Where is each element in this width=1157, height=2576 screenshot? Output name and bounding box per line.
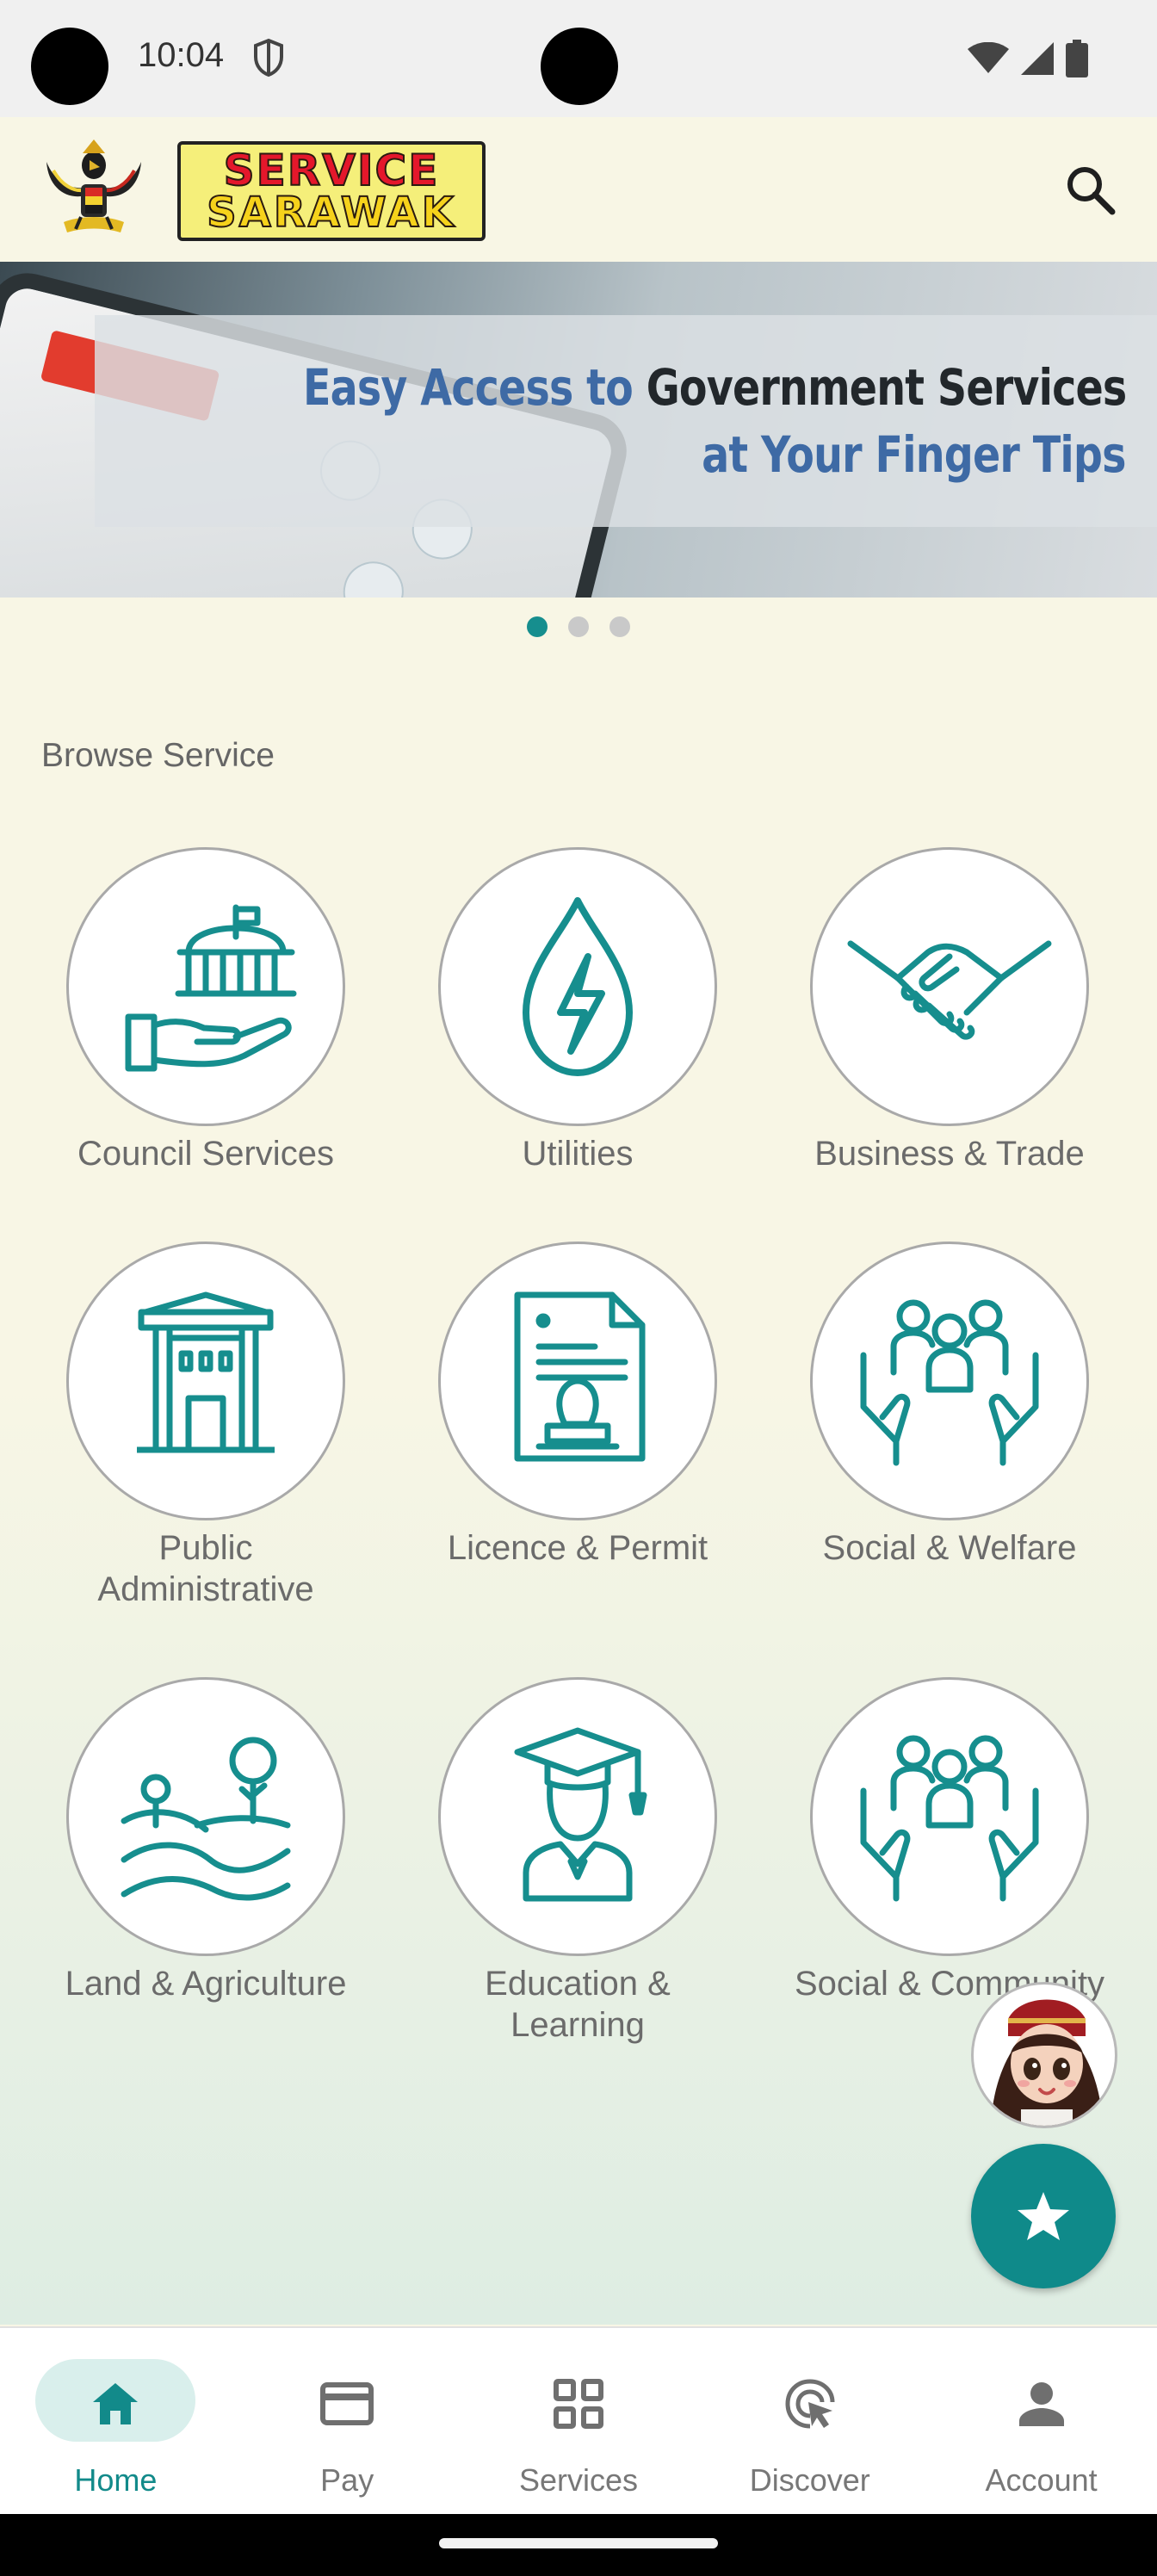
hand-building-icon — [125, 904, 297, 1072]
service-tile-business-trade[interactable]: Business & Trade — [764, 847, 1135, 1174]
service-tile-public-administrative[interactable]: Public Administrative — [21, 1242, 391, 1610]
nav-label: Home — [74, 2462, 158, 2498]
carousel-dot[interactable] — [568, 616, 589, 637]
document-stamp-icon — [514, 1291, 646, 1462]
water-drop-bolt-icon — [523, 897, 633, 1076]
signal-icon — [1021, 42, 1054, 75]
service-label: Education & Learning — [485, 1965, 671, 2044]
person-icon — [1018, 2382, 1064, 2426]
camera-cutout — [541, 28, 618, 105]
carousel-dot[interactable] — [609, 616, 630, 637]
nav-home[interactable]: Home — [0, 2328, 232, 2514]
service-label: Licence & Permit — [447, 1529, 708, 1567]
favorites-fab-button[interactable] — [971, 2144, 1116, 2288]
service-tile-land-agriculture[interactable]: Land & Agriculture — [21, 1677, 391, 2004]
banner-text-overlay — [95, 315, 1157, 527]
shield-icon — [254, 38, 283, 77]
service-tile-utilities[interactable]: Utilities — [393, 847, 763, 1174]
sarawak-crest-logo — [46, 139, 141, 232]
promo-banner[interactable]: Easy Access to Government Services at Yo… — [0, 262, 1157, 598]
banner-subheadline: at Your Finger Tips — [702, 425, 1127, 484]
camera-cutout — [31, 28, 108, 105]
land-trees-icon — [121, 1737, 291, 1901]
service-tile-education-learning[interactable]: Education & Learning — [393, 1677, 763, 2046]
carousel-indicator — [0, 616, 1157, 637]
status-bar: 10:04 — [0, 0, 1157, 117]
service-label: Social & Welfare — [822, 1529, 1077, 1567]
card-icon — [320, 2382, 374, 2425]
service-tile-social-community[interactable]: Social & Community — [764, 1677, 1135, 2004]
gesture-handle[interactable] — [439, 2538, 718, 2548]
service-tile-social-welfare[interactable]: Social & Welfare — [764, 1242, 1135, 1569]
nav-pay[interactable]: Pay — [232, 2328, 463, 2514]
service-sarawak-logo: SERVICE SARAWAK — [177, 141, 486, 241]
service-label: Business & Trade — [814, 1135, 1085, 1173]
search-icon[interactable] — [1062, 162, 1117, 217]
nav-services[interactable]: Services — [463, 2328, 695, 2514]
banner-headline: Easy Access to Government Services — [302, 358, 1127, 417]
app-header: SERVICE SARAWAK — [0, 117, 1157, 262]
wifi-icon — [968, 42, 1009, 73]
graduate-icon — [514, 1727, 647, 1902]
battery-icon — [1066, 40, 1088, 77]
people-hands-icon — [860, 1299, 1039, 1466]
nav-label: Discover — [749, 2462, 870, 2498]
section-title: Browse Service — [41, 737, 275, 774]
nav-account[interactable]: Account — [925, 2328, 1157, 2514]
service-tile-licence-permit[interactable]: Licence & Permit — [393, 1242, 763, 1569]
grid-icon — [553, 2379, 603, 2429]
logo-text-top: SERVICE — [223, 146, 440, 195]
discover-icon — [785, 2379, 835, 2429]
assistant-avatar-button[interactable] — [971, 1982, 1117, 2128]
star-icon — [1018, 2192, 1069, 2240]
avatar-character-icon — [991, 1999, 1103, 2126]
government-building-icon — [137, 1291, 275, 1453]
nav-label: Account — [985, 2462, 1098, 2498]
nav-label: Services — [518, 2462, 639, 2498]
nav-discover[interactable]: Discover — [694, 2328, 925, 2514]
service-label: Council Services — [77, 1135, 334, 1173]
service-tile-council[interactable]: Council Services — [21, 847, 391, 1174]
status-icons — [968, 40, 1088, 77]
status-time: 10:04 — [138, 36, 225, 74]
nav-label: Pay — [320, 2462, 374, 2498]
bottom-navigation: Home Pay Services Discover Account — [0, 2326, 1157, 2514]
handshake-icon — [847, 940, 1052, 1040]
service-label: Public Administrative — [97, 1529, 314, 1608]
service-label: Land & Agriculture — [65, 1965, 347, 2003]
carousel-dot-active[interactable] — [527, 616, 548, 637]
home-icon — [93, 2383, 139, 2424]
people-hands-icon — [860, 1735, 1039, 1902]
logo-text-bottom: SARAWAK — [206, 189, 456, 237]
service-label: Utilities — [522, 1135, 634, 1173]
